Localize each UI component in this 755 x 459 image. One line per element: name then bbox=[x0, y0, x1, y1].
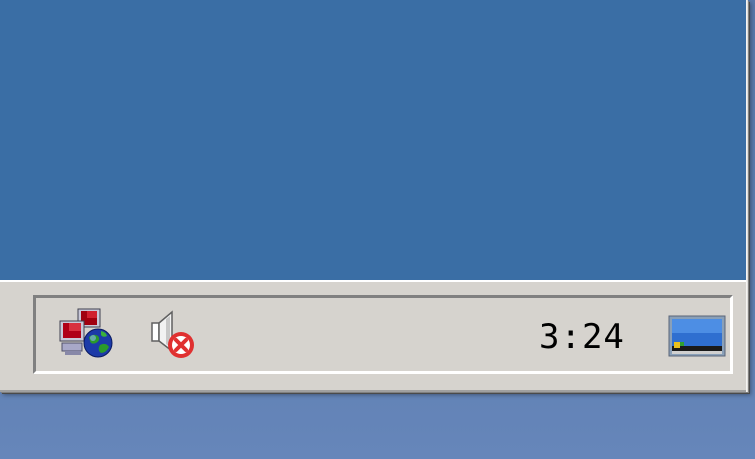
taskbar-preview-window: 3:24 bbox=[0, 0, 748, 392]
desktop-preview bbox=[0, 0, 747, 280]
taskbar: 3:24 bbox=[0, 282, 747, 392]
notification-area: 3:24 bbox=[33, 295, 733, 374]
window-bottom-edge bbox=[0, 390, 748, 392]
system-clock[interactable]: 3:24 bbox=[539, 317, 625, 357]
display-icon[interactable] bbox=[668, 313, 728, 363]
volume-muted-icon[interactable] bbox=[146, 307, 208, 359]
screen: 3:24 bbox=[0, 0, 755, 459]
network-connections-icon[interactable] bbox=[56, 307, 118, 359]
